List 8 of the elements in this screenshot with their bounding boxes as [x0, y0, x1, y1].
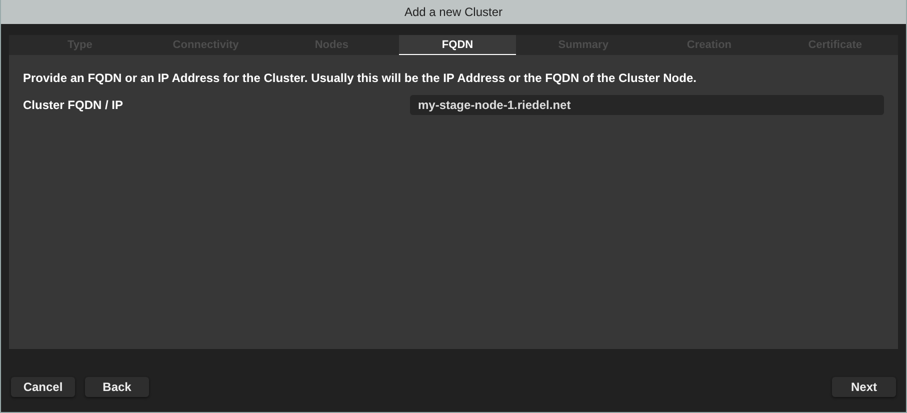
input-field[interactable]: my-stage-node-1.riedel.net: [410, 95, 884, 115]
tab[interactable]: FQDN: [398, 35, 516, 55]
field-label: Cluster FQDN / IP: [23, 98, 124, 112]
window-title: Add a new Cluster: [1, 0, 906, 24]
description-text: Provide an FQDN or an IP Address for the Cluster. Usually this will be the IP Address or the FQDN of the Cluster Node.: [23, 71, 698, 85]
dialog-button[interactable]: Back: [85, 377, 149, 397]
dialog-button[interactable]: Cancel: [11, 377, 75, 397]
dialog-button[interactable]: Next: [832, 377, 896, 397]
